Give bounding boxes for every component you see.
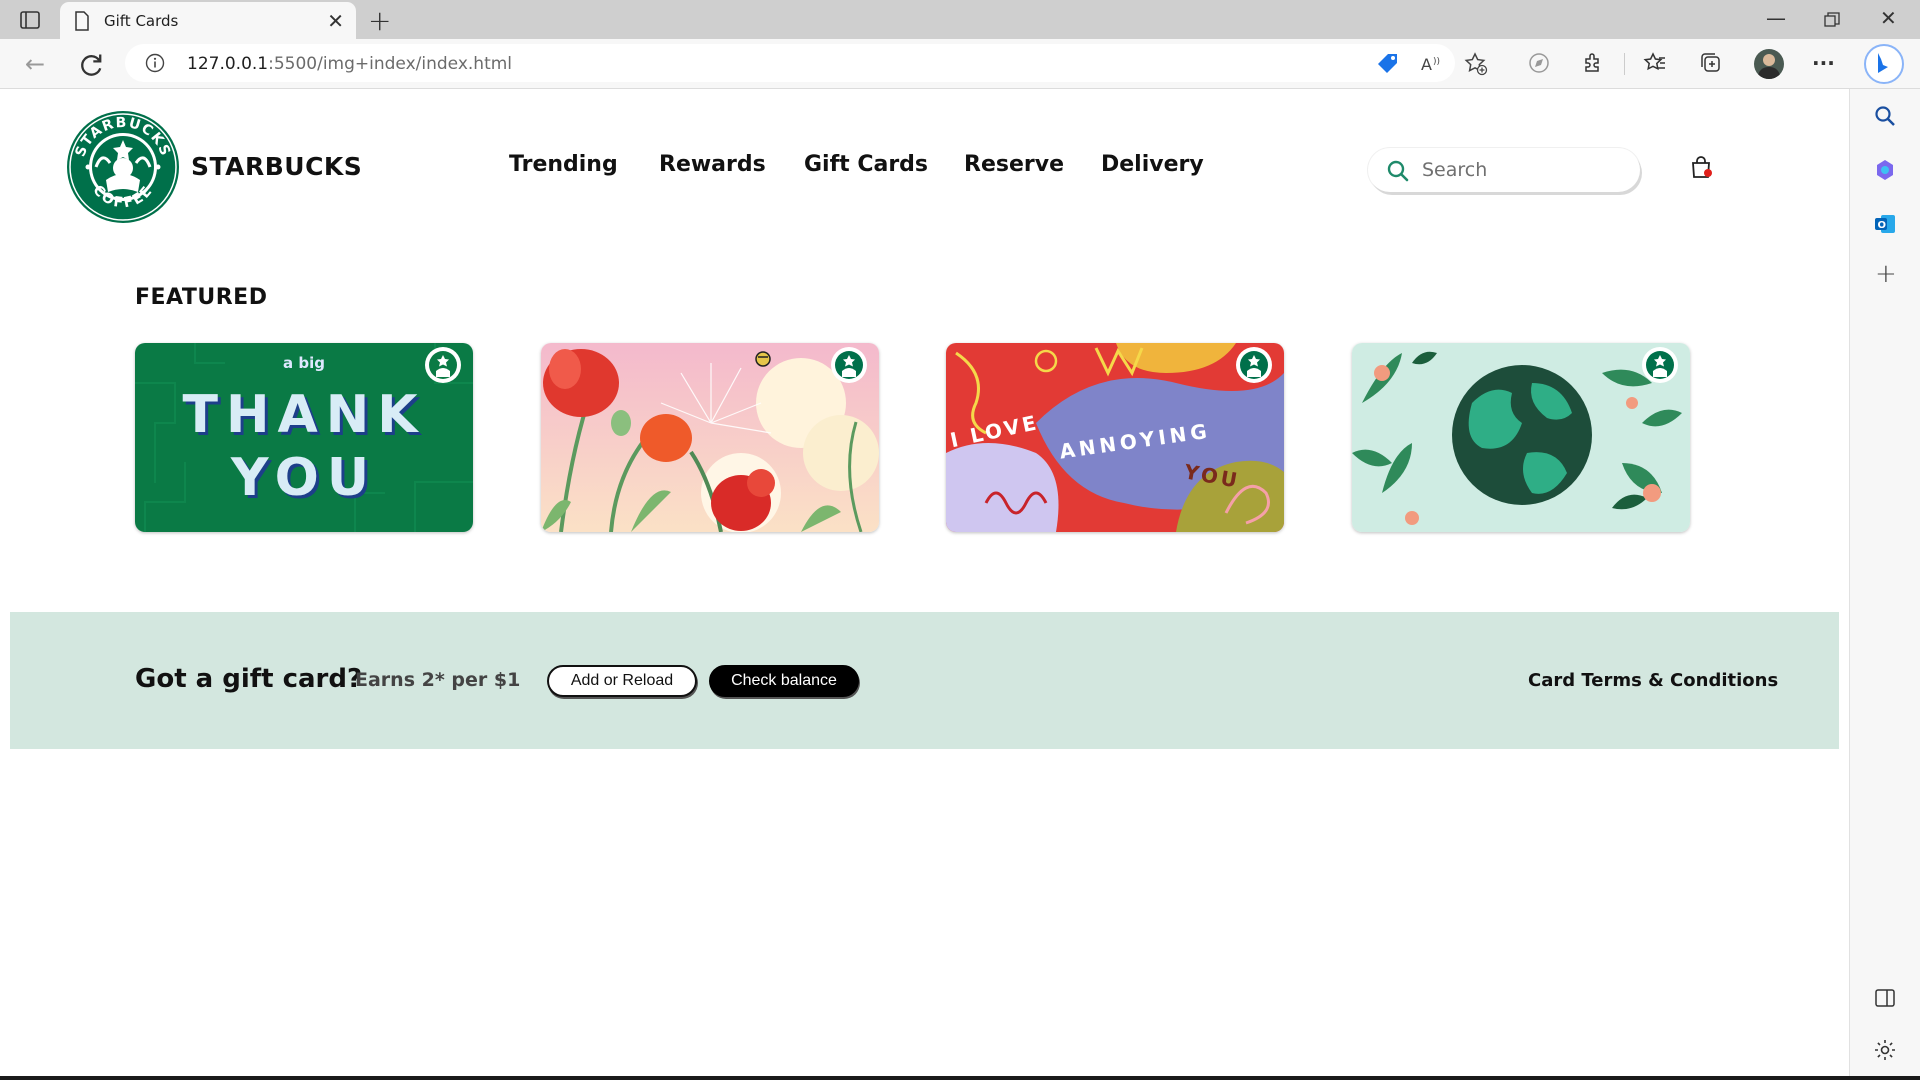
url-text: 127.0.0.1:5500/img+index/index.html	[187, 54, 513, 74]
read-aloud-icon[interactable]: A ))	[1419, 51, 1445, 77]
svg-text:A: A	[1421, 55, 1432, 74]
add-favorite-icon[interactable]	[1463, 51, 1489, 77]
add-sidebar-app-icon[interactable]: +	[1875, 259, 1897, 289]
outlook-icon[interactable]: O	[1872, 211, 1898, 237]
starbucks-logo[interactable]: STARBUCKS COFFEE	[66, 110, 180, 224]
window-bottom-edge	[0, 1076, 1920, 1080]
add-or-reload-button[interactable]: Add or Reload	[547, 665, 697, 697]
nav-rewards[interactable]: Rewards	[659, 152, 766, 177]
back-icon[interactable]: ←	[20, 49, 50, 79]
browser-tab-active[interactable]: Gift Cards ✕	[60, 2, 356, 39]
search-input[interactable]	[1422, 157, 1622, 183]
tab-title: Gift Cards	[104, 12, 179, 30]
featured-heading: FEATURED	[135, 285, 268, 310]
thank-you-card[interactable]: a big THANK THANK YOU YOU	[135, 343, 473, 532]
search-box[interactable]	[1368, 148, 1640, 192]
nav-trending[interactable]: Trending	[509, 152, 618, 177]
more-options-icon[interactable]: ···	[1812, 51, 1835, 75]
close-window-icon[interactable]: ✕	[1880, 6, 1897, 30]
collections-icon[interactable]	[1698, 50, 1724, 76]
i-love-annoying-you-card[interactable]: I LOVE ANNOYING YOU	[946, 343, 1284, 532]
sidebar-layout-icon[interactable]	[1872, 985, 1898, 1011]
card-small-text: a big	[283, 354, 325, 372]
banner-earns-text: Earns 2* per $1	[355, 669, 521, 691]
toolbar-divider	[1624, 53, 1625, 75]
settings-gear-icon[interactable]	[1872, 1037, 1898, 1063]
browser-tab-bar: Gift Cards ✕ + — ✕	[0, 0, 1920, 39]
new-tab-icon[interactable]: +	[368, 4, 391, 37]
shopping-bag-icon[interactable]	[1688, 155, 1714, 181]
page-icon	[75, 11, 89, 31]
edge-sidebar: O +	[1849, 89, 1920, 1080]
compass-icon[interactable]	[1526, 50, 1552, 76]
banner-headline: Got a gift card?	[135, 664, 363, 694]
search-icon	[1387, 160, 1409, 182]
site-info-icon[interactable]	[145, 53, 165, 73]
card-terms-link[interactable]: Card Terms & Conditions	[1528, 670, 1778, 691]
restore-icon[interactable]	[1824, 12, 1840, 28]
card-you-text: YOU	[230, 448, 377, 508]
web-page: STARBUCKS COFFEE STARBUCKS Trending Rewa…	[0, 89, 1849, 1076]
close-tab-icon[interactable]: ✕	[327, 9, 344, 33]
gift-card-banner: Got a gift card? Earns 2* per $1 Add or …	[10, 612, 1839, 749]
nav-reserve[interactable]: Reserve	[964, 152, 1064, 177]
shopping-tag-icon[interactable]	[1375, 51, 1401, 77]
address-bar[interactable]: 127.0.0.1:5500/img+index/index.html A ))	[125, 44, 1488, 82]
svg-text:O: O	[1878, 220, 1887, 231]
card-thank-text: THANK	[182, 385, 425, 445]
nav-gift-cards[interactable]: Gift Cards	[804, 152, 928, 177]
earth-card[interactable]	[1352, 343, 1690, 532]
browser-toolbar: ← 127.0.0.1:5500/img+index/index.html A …	[0, 39, 1920, 89]
tab-actions-icon[interactable]	[18, 10, 42, 30]
favorites-icon[interactable]	[1642, 50, 1668, 76]
copilot-icon[interactable]	[1864, 44, 1904, 84]
copilot-sidebar-icon[interactable]	[1872, 157, 1898, 183]
poppy-flowers-card[interactable]	[541, 343, 879, 532]
brand-name[interactable]: STARBUCKS	[191, 152, 362, 181]
extensions-icon[interactable]	[1580, 50, 1606, 76]
minimize-icon[interactable]: —	[1766, 6, 1786, 30]
svg-text:)): ))	[1433, 57, 1440, 67]
search-sidebar-icon[interactable]	[1872, 103, 1898, 129]
refresh-icon[interactable]	[76, 51, 106, 81]
check-balance-button[interactable]: Check balance	[709, 665, 859, 697]
profile-avatar[interactable]	[1754, 49, 1784, 79]
nav-delivery[interactable]: Delivery	[1101, 152, 1204, 177]
